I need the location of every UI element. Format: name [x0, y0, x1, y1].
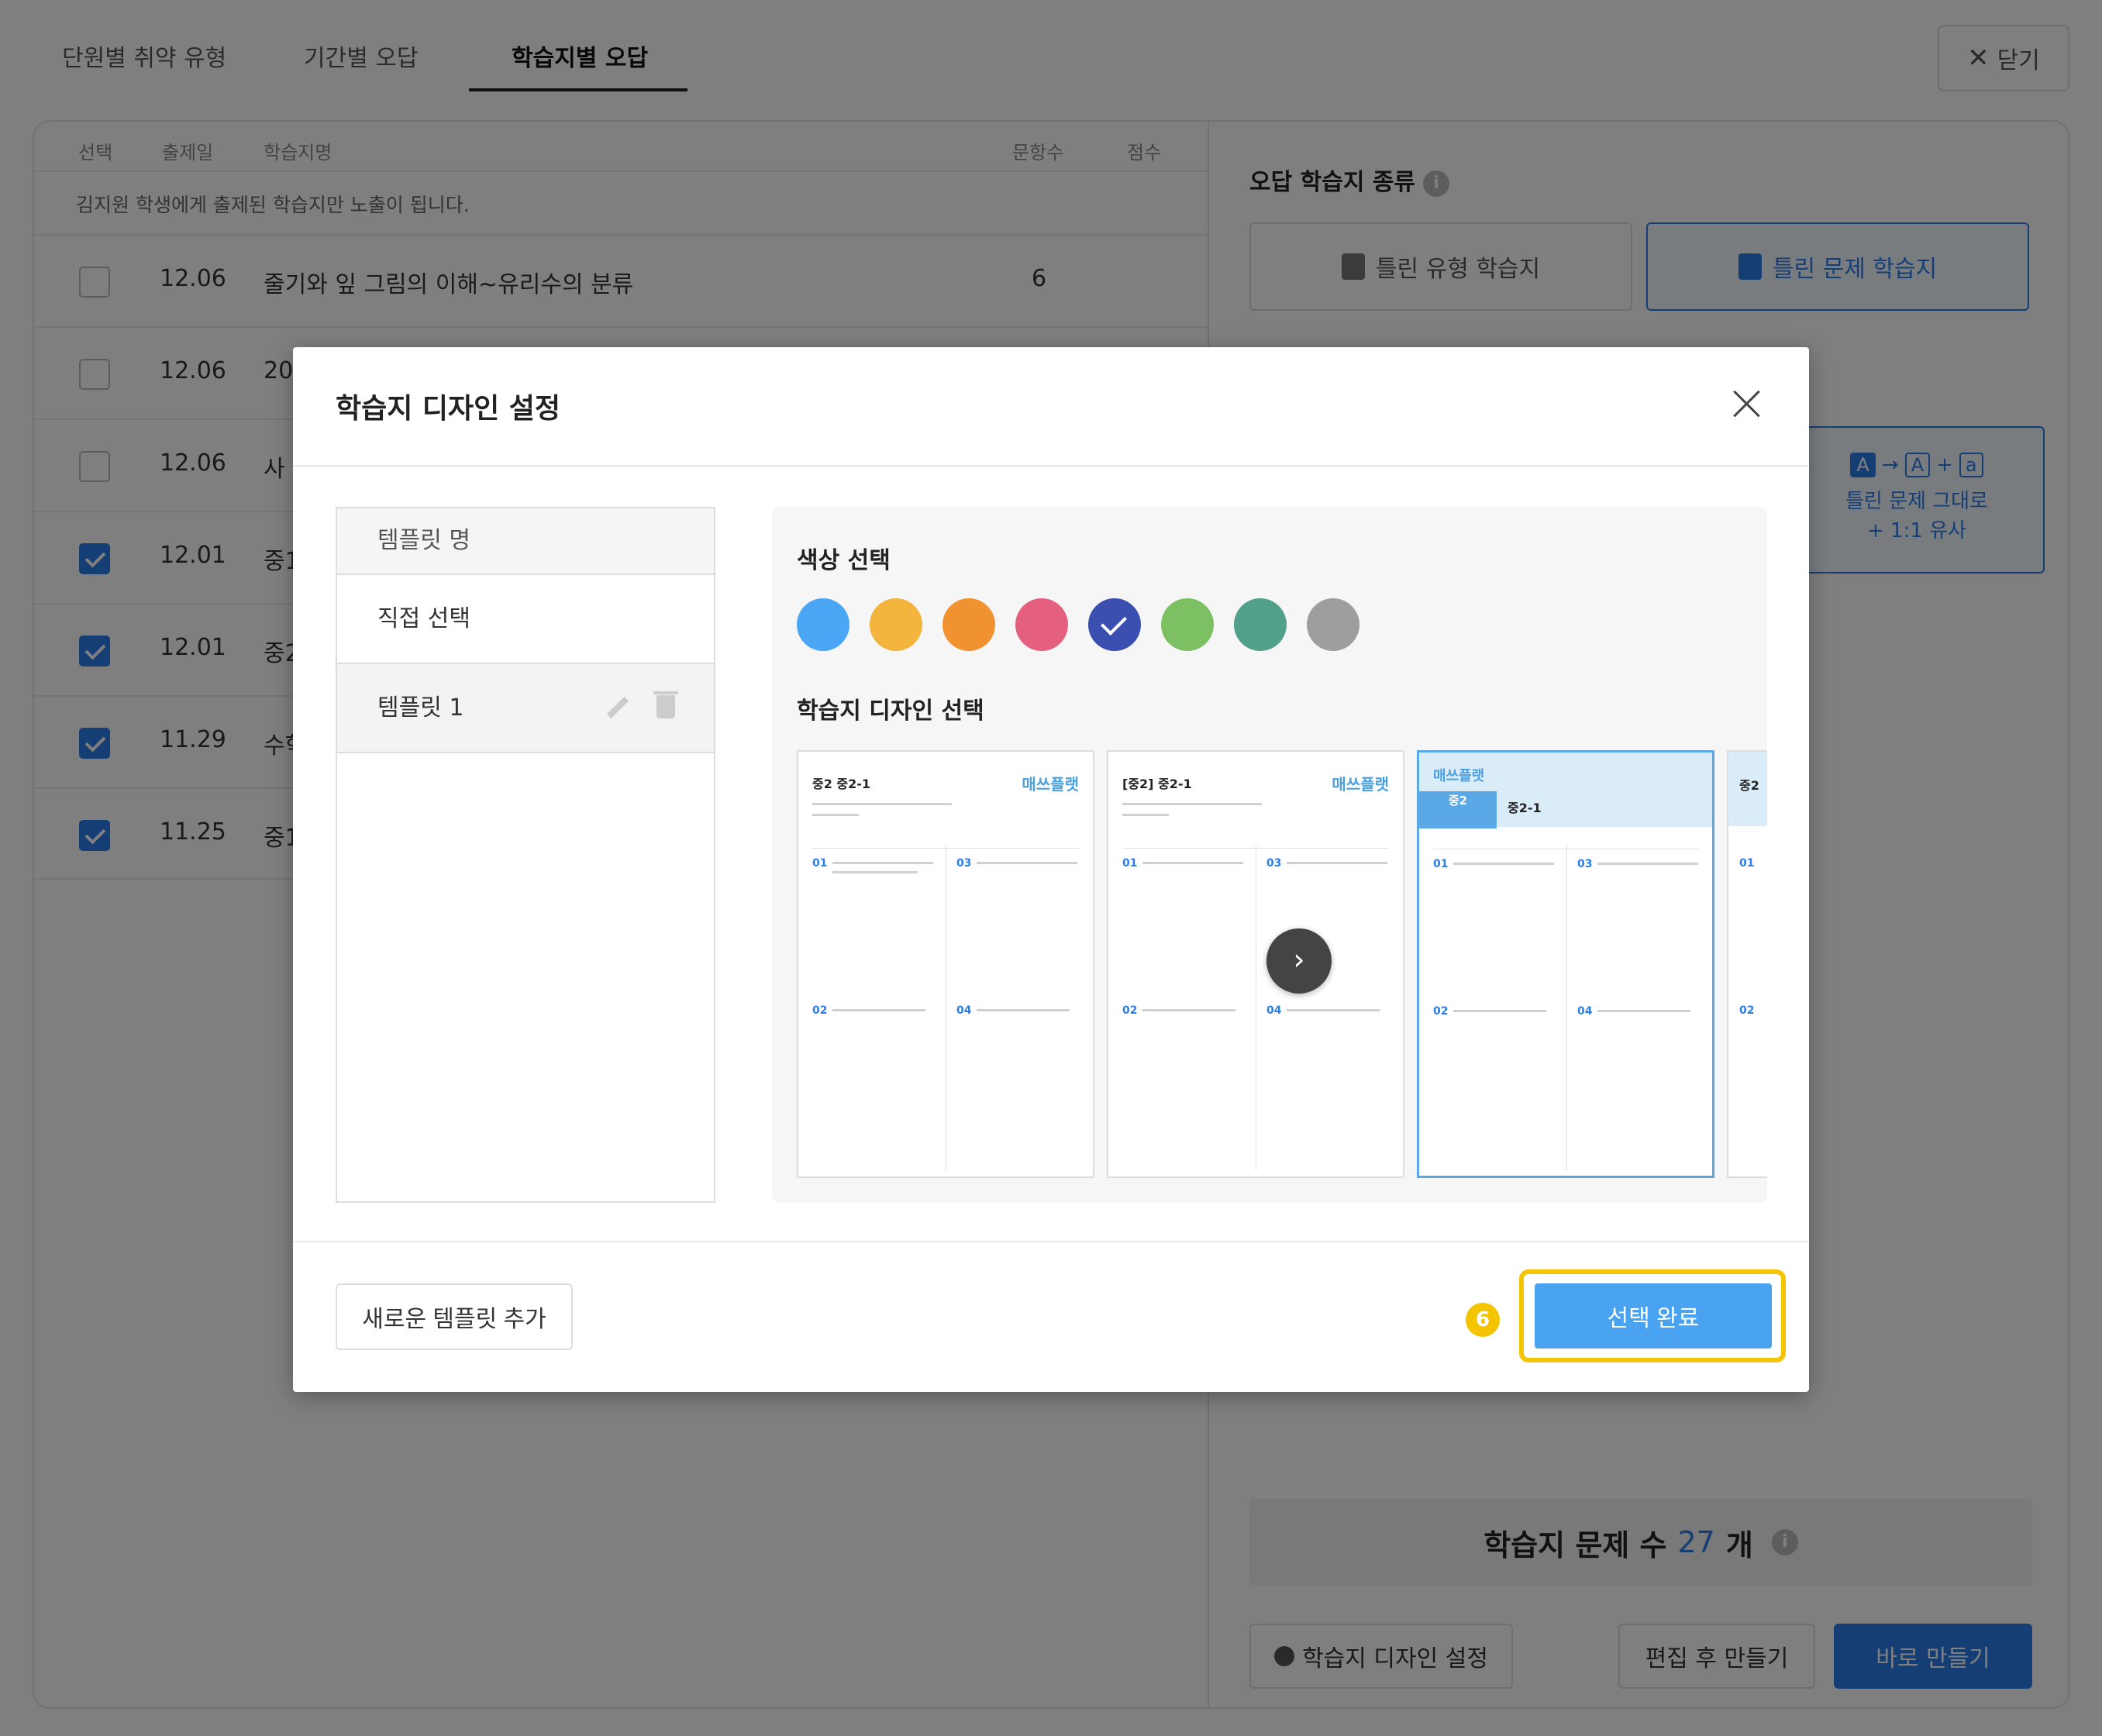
thumbnail-brand: 매쓰플랫	[1332, 775, 1389, 794]
design-thumbnail-4[interactable]: 중2 01 02	[1727, 750, 1767, 1178]
thumbnail-heading: 중2	[1739, 778, 1759, 793]
color-swatches	[797, 598, 1359, 651]
step-badge: 6	[1466, 1303, 1500, 1337]
edit-icon[interactable]	[605, 695, 629, 718]
design-area: 색상 선택 학습지 디자인 선택 중2 중2-1 매쓰플랫 01 03 02 04	[772, 507, 1767, 1203]
thumbnail-brand: 매쓰플랫	[1433, 768, 1485, 784]
color-swatch-green[interactable]	[1161, 598, 1214, 651]
close-icon[interactable]	[1727, 384, 1766, 423]
color-swatch-blue[interactable]	[797, 598, 849, 651]
modal-title: 학습지 디자인 설정	[336, 393, 561, 425]
template-list: 템플릿 명 직접 선택 템플릿 1	[336, 507, 715, 1203]
design-thumbnail-3[interactable]: 중2 중2-1 매쓰플랫 01 03 02 04	[1417, 750, 1714, 1178]
color-swatch-orange[interactable]	[942, 598, 995, 651]
color-section-title: 색상 선택	[797, 547, 891, 574]
design-thumbnail-1[interactable]: 중2 중2-1 매쓰플랫 01 03 02 04	[797, 750, 1094, 1178]
design-settings-modal: 학습지 디자인 설정 템플릿 명 직접 선택 템플릿 1 색상 선택 학습지 디…	[293, 347, 1809, 1392]
color-swatch-gray[interactable]	[1307, 598, 1359, 651]
thumbnail-heading: 중2 중2-1	[812, 777, 871, 791]
complete-selection-button[interactable]: 선택 완료	[1535, 1283, 1772, 1348]
divider	[293, 465, 1809, 467]
design-section-title: 학습지 디자인 선택	[797, 698, 984, 725]
template-list-header: 템플릿 명	[337, 508, 714, 575]
divider	[293, 1241, 1809, 1242]
color-swatch-teal[interactable]	[1234, 598, 1287, 651]
thumbnail-heading: [중2] 중2-1	[1122, 777, 1192, 791]
trash-icon[interactable]	[653, 691, 678, 718]
template-item-label: 템플릿 1	[377, 694, 464, 722]
highlight-frame: 선택 완료	[1519, 1269, 1786, 1362]
design-thumbnail-2[interactable]: [중2] 중2-1 매쓰플랫 01 03 02 04	[1107, 750, 1404, 1178]
template-item-1[interactable]: 템플릿 1	[337, 664, 714, 753]
color-swatch-navy[interactable]	[1088, 598, 1141, 651]
template-item-direct[interactable]: 직접 선택	[337, 575, 714, 664]
color-swatch-pink[interactable]	[1015, 598, 1068, 651]
thumbnail-heading: 중2-1	[1508, 801, 1542, 815]
chevron-right-icon[interactable]: ›	[1266, 928, 1332, 994]
thumbnail-brand: 매쓰플랫	[1022, 775, 1079, 794]
template-item-label: 직접 선택	[377, 605, 470, 632]
add-template-button[interactable]: 새로운 템플릿 추가	[336, 1283, 573, 1350]
color-swatch-yellow[interactable]	[870, 598, 922, 651]
